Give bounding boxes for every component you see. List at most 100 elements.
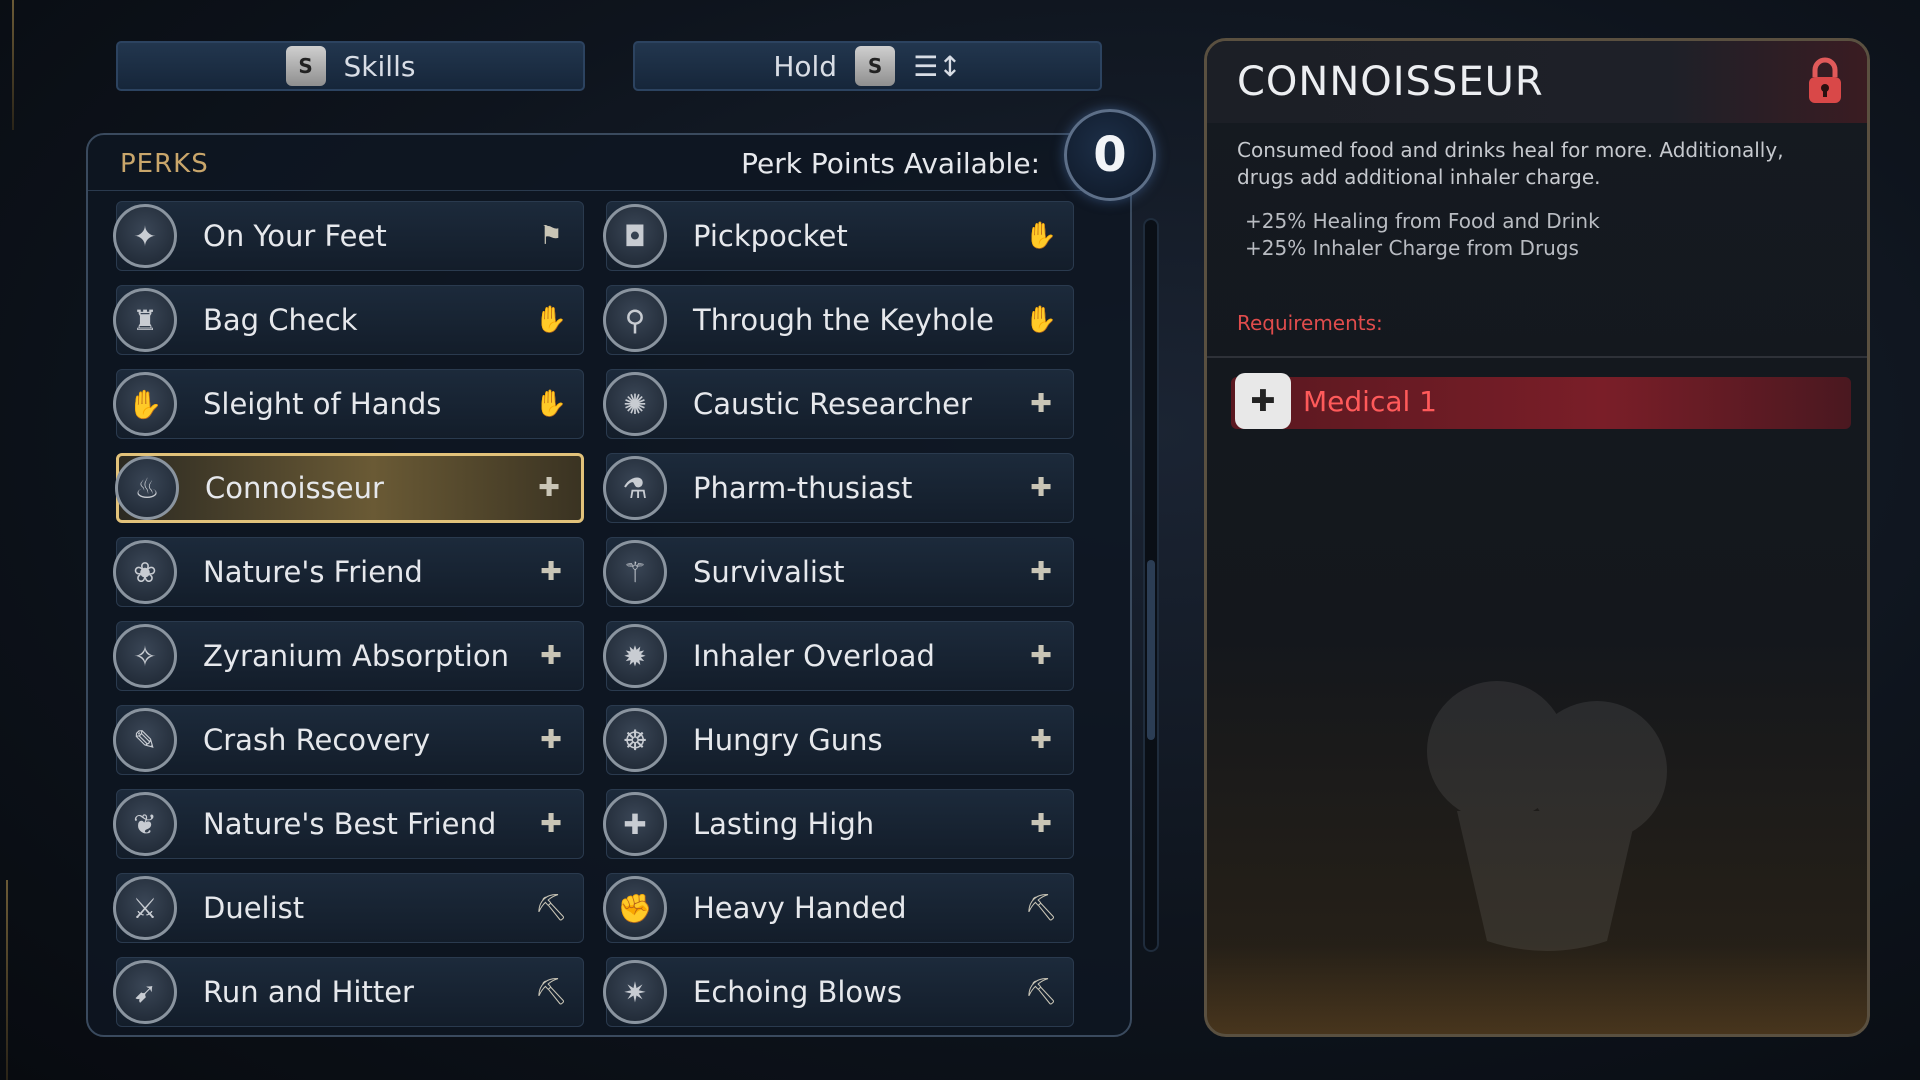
key-hint-s: S <box>855 46 896 86</box>
hand-icon: ✋ <box>1024 221 1058 251</box>
hands-icon: ✋ <box>113 372 177 436</box>
pickaxe-icon: ⛏ <box>534 893 568 923</box>
medkit-icon: ✚ <box>540 725 562 755</box>
frame-ornament-left <box>12 0 14 130</box>
perk-name: Nature's Best Friend <box>203 807 497 841</box>
perk-list-scrollbar[interactable] <box>1143 218 1159 952</box>
perk-detail-panel: CONNOISSEUR Consumed food and drinks hea… <box>1204 38 1870 1037</box>
runner-icon: ➹ <box>113 960 177 1024</box>
detail-header: CONNOISSEUR <box>1207 41 1867 123</box>
perks-title: PERKS <box>120 149 209 179</box>
perk-points-counter: 0 <box>1064 109 1156 201</box>
perk-name: On Your Feet <box>203 219 387 253</box>
splat-icon: ✺ <box>603 372 667 436</box>
detail-title: CONNOISSEUR <box>1237 59 1544 105</box>
perk-item[interactable]: ✊ Heavy Handed ⛏ <box>603 873 1074 943</box>
perk-item[interactable]: ◘ Pickpocket ✋ <box>603 201 1074 271</box>
key-hint-s: S <box>285 46 326 86</box>
bonus-line: +25% Healing from Food and Drink <box>1245 209 1600 233</box>
requirements-divider <box>1207 356 1867 358</box>
chef-hat-icon: ♨ <box>115 456 179 520</box>
medkit-icon: ✚ <box>1030 389 1052 419</box>
hand-icon: ✋ <box>534 389 568 419</box>
requirement-medical: ✚ Medical 1 <box>1231 373 1851 429</box>
medkit-icon: ✚ <box>540 557 562 587</box>
cross-icon: ✚ <box>603 792 667 856</box>
skills-label: Skills <box>343 49 416 83</box>
perk-name: Caustic Researcher <box>693 387 972 421</box>
perk-name: Echoing Blows <box>693 975 902 1009</box>
pill-icon: ✎ <box>113 708 177 772</box>
impact-icon: ✷ <box>603 960 667 1024</box>
perk-item[interactable]: ✹ Inhaler Overload ✚ <box>603 621 1074 691</box>
perk-item[interactable]: ♨ Connoisseur ✚ <box>115 453 584 523</box>
leaf-icon: ❦ <box>113 792 177 856</box>
perk-name: Zyranium Absorption <box>203 639 509 673</box>
perk-name: Hungry Guns <box>693 723 883 757</box>
perk-item[interactable]: ✷ Echoing Blows ⛏ <box>603 957 1074 1027</box>
crystal-icon: ✧ <box>113 624 177 688</box>
medkit-icon: ✚ <box>1235 373 1291 429</box>
swords-icon: ⚔ <box>113 876 177 940</box>
requirement-text: Medical 1 <box>1303 385 1437 418</box>
sort-icon: ☰↕ <box>913 49 962 83</box>
hold-sort-button[interactable]: Hold S ☰↕ <box>633 41 1102 91</box>
hand-icon: ✋ <box>534 305 568 335</box>
fists-icon: ✊ <box>603 876 667 940</box>
perk-item[interactable]: ✎ Crash Recovery ✚ <box>113 705 584 775</box>
chef-hat-watermark-icon <box>1427 681 1667 951</box>
perk-item[interactable]: ☸ Hungry Guns ✚ <box>603 705 1074 775</box>
perk-description: Consumed food and drinks heal for more. … <box>1237 138 1784 189</box>
medkit-icon: ✚ <box>538 473 560 503</box>
perks-header: PERKS Perk Points Available: <box>88 135 1130 191</box>
perk-item[interactable]: ❦ Nature's Best Friend ✚ <box>113 789 584 859</box>
perks-panel: PERKS Perk Points Available: ✦ On Your Fe… <box>86 133 1132 1037</box>
perk-name: Inhaler Overload <box>693 639 935 673</box>
perk-item[interactable]: ✧ Zyranium Absorption ✚ <box>113 621 584 691</box>
medkit-icon: ✚ <box>540 641 562 671</box>
perk-item[interactable]: ✺ Caustic Researcher ✚ <box>603 369 1074 439</box>
flag-icon: ⚑ <box>539 221 563 251</box>
panel-ornament <box>1207 944 1867 1034</box>
medkit-icon: ✚ <box>1030 725 1052 755</box>
medkit-icon: ✚ <box>1030 809 1052 839</box>
burst-icon: ✹ <box>603 624 667 688</box>
medkit-icon: ✚ <box>1030 641 1052 671</box>
perk-name: Pickpocket <box>693 219 848 253</box>
flower-icon: ❀ <box>113 540 177 604</box>
hold-label: Hold <box>773 49 838 83</box>
perk-item[interactable]: ✦ On Your Feet ⚑ <box>113 201 584 271</box>
scrollbar-thumb[interactable] <box>1147 560 1155 740</box>
pickaxe-icon: ⛏ <box>534 977 568 1007</box>
perk-name: Survivalist <box>693 555 845 589</box>
perk-item[interactable]: ♜ Bag Check ✋ <box>113 285 584 355</box>
perk-name: Nature's Friend <box>203 555 423 589</box>
perk-name: Heavy Handed <box>693 891 907 925</box>
perk-name: Pharm-thusiast <box>693 471 913 505</box>
perk-item[interactable]: ⚔ Duelist ⛏ <box>113 873 584 943</box>
requirements-label: Requirements: <box>1237 311 1383 335</box>
skills-tab-button[interactable]: S Skills <box>116 41 585 91</box>
medkit-icon: ✚ <box>1030 557 1052 587</box>
medkit-icon: ✚ <box>540 809 562 839</box>
bag-icon: ♜ <box>113 288 177 352</box>
perk-item[interactable]: ⚲ Through the Keyhole ✋ <box>603 285 1074 355</box>
bottles-icon: ⚗ <box>603 456 667 520</box>
perk-item[interactable]: ➹ Run and Hitter ⛏ <box>113 957 584 1027</box>
pickaxe-icon: ⛏ <box>1024 893 1058 923</box>
hand-icon: ✋ <box>1024 305 1058 335</box>
perk-name: Lasting High <box>693 807 875 841</box>
medkit-icon: ✚ <box>1030 473 1052 503</box>
perk-name: Crash Recovery <box>203 723 431 757</box>
figure-icon: ✦ <box>113 204 177 268</box>
drumstick-icon: ⚚ <box>603 540 667 604</box>
pickaxe-icon: ⛏ <box>1024 977 1058 1007</box>
perk-item[interactable]: ⚚ Survivalist ✚ <box>603 537 1074 607</box>
perk-item[interactable]: ✋ Sleight of Hands ✋ <box>113 369 584 439</box>
gun-food-icon: ☸ <box>603 708 667 772</box>
perk-name: Through the Keyhole <box>693 303 994 337</box>
perk-points-label: Perk Points Available: <box>741 147 1040 180</box>
perk-item[interactable]: ✚ Lasting High ✚ <box>603 789 1074 859</box>
perk-item[interactable]: ⚗ Pharm-thusiast ✚ <box>603 453 1074 523</box>
perk-item[interactable]: ❀ Nature's Friend ✚ <box>113 537 584 607</box>
